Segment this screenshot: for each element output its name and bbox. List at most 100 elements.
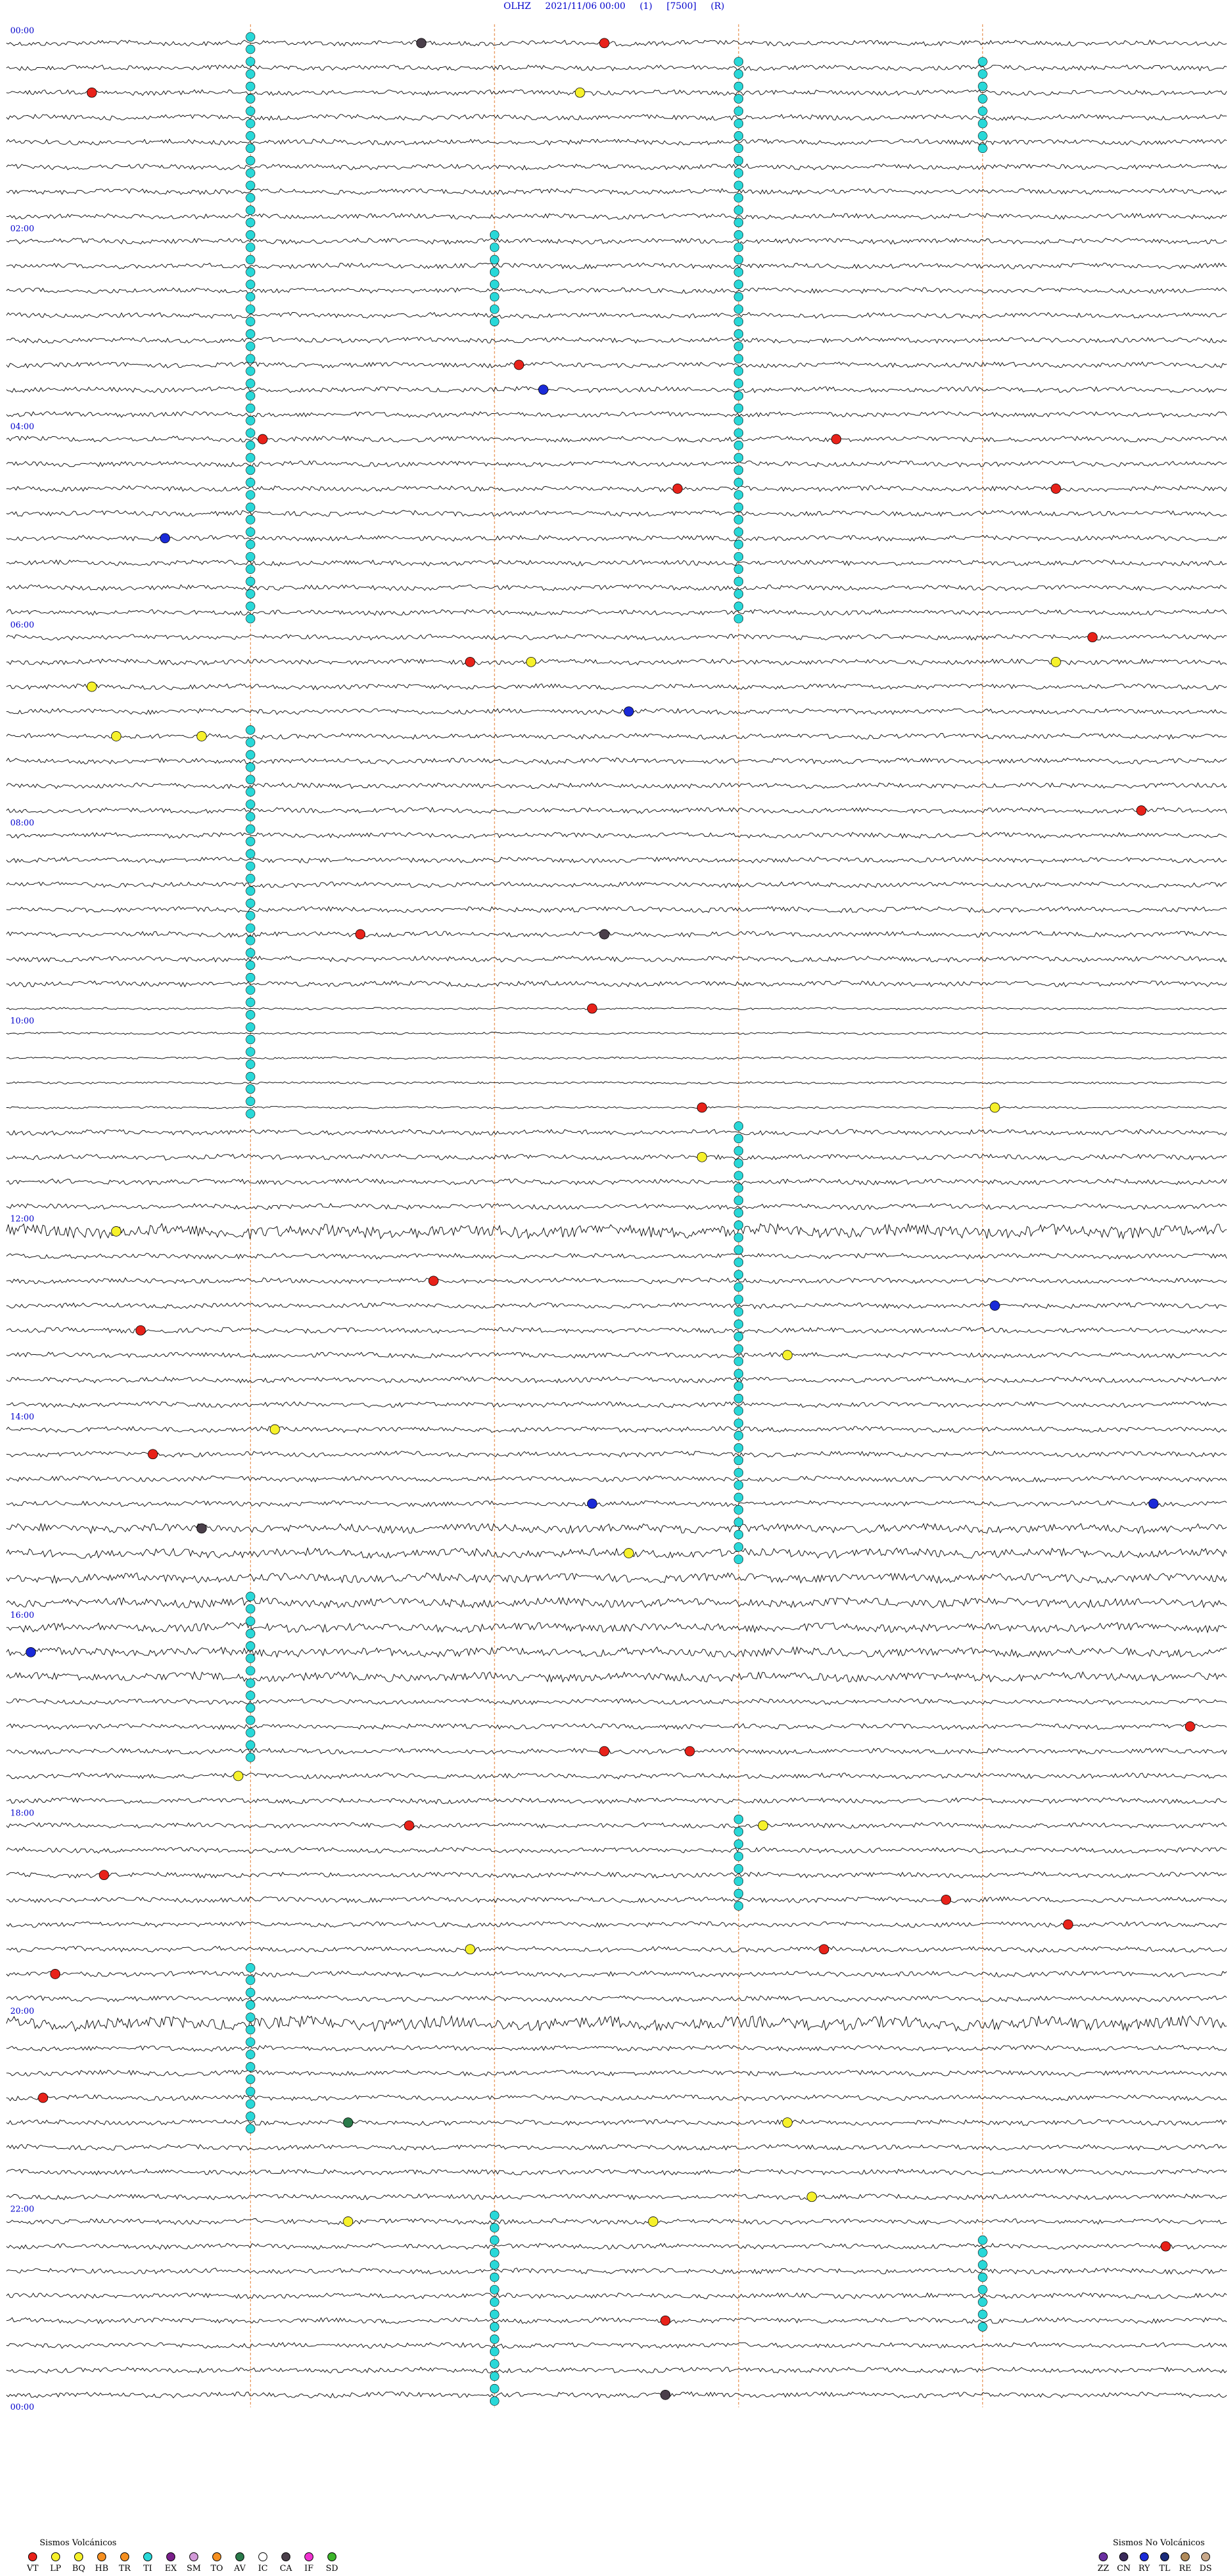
seismic-trace-row: [6, 1105, 1227, 1109]
ti-event-marker: [246, 874, 255, 883]
seismic-trace-row: [6, 2218, 1227, 2225]
seismic-trace-row: [6, 1352, 1227, 1359]
ti-event-marker: [734, 1146, 744, 1156]
seismic-trace-row: [6, 361, 1227, 368]
seismic-trace-row: [6, 1500, 1227, 1507]
legend-dot-icon: [166, 2552, 175, 2561]
legend-code: TO: [210, 2564, 223, 2573]
ti-event-marker: [734, 1196, 744, 1205]
ti-event-marker: [734, 576, 744, 587]
event-marker-vt: [586, 1003, 597, 1014]
event-marker-ca: [660, 2389, 671, 2400]
seismic-trace-row: [6, 906, 1227, 913]
ti-event-marker: [246, 230, 255, 240]
ti-event-marker: [734, 1418, 744, 1428]
event-marker-vt: [257, 434, 268, 445]
event-marker-vt: [1185, 1721, 1195, 1732]
event-marker-vt: [428, 1276, 439, 1286]
seismic-trace-row: [6, 2193, 1227, 2201]
ti-event-marker: [734, 1134, 744, 1144]
seismic-trace-row: [6, 2267, 1227, 2275]
ti-event-marker: [734, 453, 744, 462]
ti-event-marker: [246, 2050, 255, 2060]
legend-item-av: AV: [232, 2552, 248, 2573]
seismic-trace-row: [6, 534, 1227, 542]
legend-item-if: IF: [301, 2552, 317, 2573]
ti-event-marker: [246, 775, 255, 784]
seismic-trace-row: [6, 1426, 1227, 1434]
legend-item-ca: CA: [278, 2552, 294, 2573]
ti-event-marker: [246, 1641, 255, 1651]
event-marker-vt: [514, 360, 524, 370]
legend-dot-icon: [281, 2552, 290, 2561]
ti-event-marker: [489, 2272, 500, 2282]
ti-event-marker: [734, 193, 744, 203]
ti-event-marker: [246, 1629, 255, 1639]
ti-event-marker: [246, 985, 255, 995]
seismic-trace-row: [6, 1128, 1227, 1136]
ti-event-marker: [734, 1814, 744, 1824]
ti-event-marker: [246, 911, 255, 921]
ti-event-marker: [246, 1715, 255, 1725]
ti-event-marker: [734, 1381, 744, 1391]
ti-event-marker: [734, 1827, 744, 1837]
ti-event-marker: [246, 317, 255, 327]
ti-event-marker: [978, 131, 988, 141]
hour-label: 00:00: [10, 26, 34, 36]
event-marker-vt: [465, 656, 475, 667]
event-marker-bq: [574, 87, 585, 98]
legend-code: VT: [26, 2564, 39, 2573]
ti-event-marker: [246, 1084, 255, 1094]
seismic-trace-row: [6, 1222, 1227, 1240]
ti-event-marker: [734, 1121, 744, 1131]
seismic-trace-row: [6, 1007, 1227, 1011]
legend-dot-icon: [1119, 2552, 1128, 2561]
ti-event-marker: [734, 416, 744, 425]
seismic-trace-row: [6, 510, 1227, 518]
ti-event-marker: [246, 69, 255, 79]
legend-code: EX: [164, 2564, 177, 2573]
legend-code: LP: [50, 2564, 61, 2573]
legend-dot-icon: [304, 2552, 313, 2561]
legend-dot-icon: [258, 2552, 267, 2561]
ti-event-marker: [734, 1233, 744, 1242]
event-marker-bq: [989, 1102, 1000, 1113]
ti-event-marker: [734, 230, 744, 240]
ti-event-marker: [246, 205, 255, 215]
seismic-trace-row: [6, 336, 1227, 344]
ti-event-marker: [246, 1753, 255, 1762]
ti-event-marker: [246, 403, 255, 413]
legend-nonvolcanic-title: Sismos No Volcánicos: [1113, 2538, 1205, 2548]
seismic-trace-row: [6, 1723, 1227, 1730]
seismic-trace-row: [6, 1522, 1227, 1535]
seismic-trace-row: [6, 1646, 1227, 1658]
seismic-trace-row: [6, 2014, 1227, 2032]
ti-event-marker: [246, 477, 255, 487]
hour-label: 08:00: [10, 818, 34, 828]
legend-code: TR: [118, 2564, 131, 2573]
ti-event-marker: [978, 2272, 988, 2282]
ti-event-marker: [246, 180, 255, 191]
seismic-trace-row: [6, 485, 1227, 493]
event-marker-vt: [819, 1944, 830, 1955]
ti-event-marker: [246, 1022, 255, 1032]
ti-event-marker: [246, 1678, 255, 1688]
ti-event-marker: [734, 1183, 744, 1193]
legend-code: BQ: [72, 2564, 86, 2573]
ti-event-marker: [246, 1096, 255, 1107]
ti-event-marker: [489, 2248, 500, 2257]
legend-volcanic-items: VT LP BQ HB TR TI EX SM TO AV IC CA IF SD: [24, 2552, 340, 2573]
legend-code: AV: [233, 2564, 246, 2573]
ti-event-marker: [246, 1728, 255, 1737]
seismic-trace-row: [6, 2391, 1227, 2399]
seismic-trace-row: [6, 1302, 1227, 1309]
ti-event-marker: [734, 1356, 744, 1366]
legend-item-zz: ZZ: [1095, 2552, 1112, 2573]
ti-event-marker: [734, 1282, 744, 1292]
ti-event-marker: [734, 1888, 744, 1899]
ti-event-marker: [734, 329, 744, 339]
ti-event-marker: [246, 267, 255, 277]
ti-event-marker: [734, 1332, 744, 1341]
ti-event-marker: [734, 1876, 744, 1886]
legend-code: IF: [304, 2564, 314, 2573]
